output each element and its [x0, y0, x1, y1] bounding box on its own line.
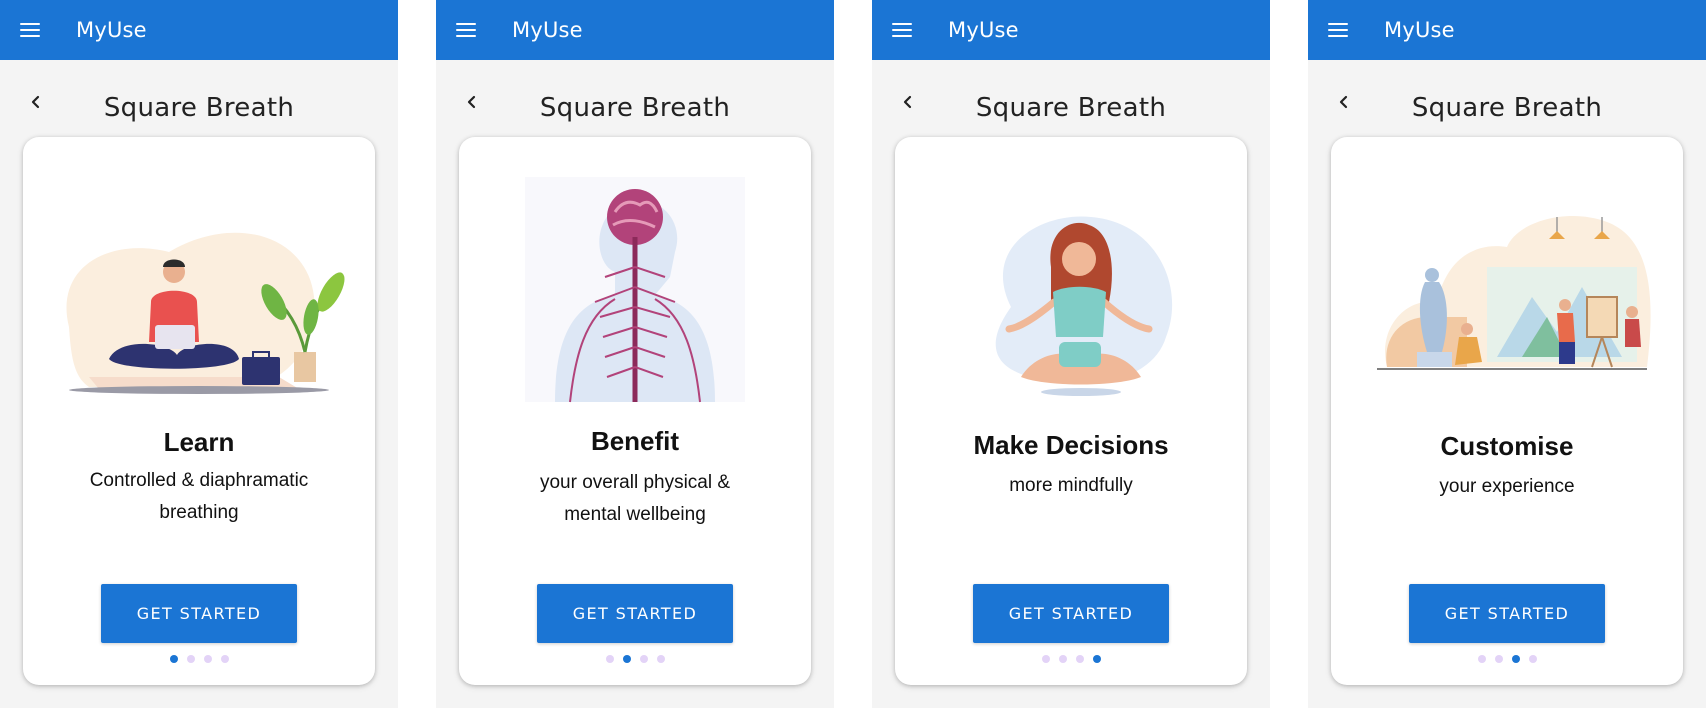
app-bar: MyUse — [1308, 0, 1706, 60]
phone-screen-customise: MyUse Square Breath Customise your exper… — [1308, 0, 1706, 708]
phone-screen-learn: MyUse Square Breath Learn Controlled & d… — [0, 0, 398, 708]
card-title: Customise — [1440, 431, 1574, 461]
screen-header: Square Breath — [0, 60, 398, 136]
page-dot[interactable] — [203, 655, 212, 663]
page-dot[interactable] — [1494, 655, 1503, 663]
onboarding-card: Benefit your overall physical & mental w… — [459, 137, 811, 685]
page-dot[interactable] — [639, 655, 648, 663]
menu-icon[interactable] — [1308, 0, 1368, 60]
screen-title: Square Breath — [975, 93, 1167, 123]
screen-title: Square Breath — [539, 93, 731, 123]
pagination-dots — [459, 655, 811, 663]
card-description: your overall physical & mental wellbeing — [539, 472, 731, 525]
page-dot[interactable] — [1041, 655, 1050, 663]
app-bar: MyUse — [436, 0, 834, 60]
page-dot[interactable] — [656, 655, 665, 663]
page-dot[interactable] — [1058, 655, 1067, 663]
page-dot[interactable] — [1477, 655, 1486, 663]
page-dot[interactable] — [1528, 655, 1537, 663]
screen-title: Square Breath — [103, 93, 295, 123]
page-dot[interactable] — [1075, 655, 1084, 663]
card-description: Controlled & diaphramatic breathing — [89, 470, 309, 523]
pagination-dots — [23, 655, 375, 663]
pagination-dots — [895, 655, 1247, 663]
screen-header: Square Breath — [436, 60, 834, 136]
screen-header: Square Breath — [1308, 60, 1706, 136]
card-description: your experience — [1439, 476, 1575, 497]
woman-meditating-illustration — [895, 177, 1247, 407]
art-studio-illustration — [1331, 177, 1683, 407]
card-title: Make Decisions — [973, 430, 1169, 460]
onboarding-card: Customise your experience GET STARTED — [1331, 137, 1683, 685]
pagination-dots — [1331, 655, 1683, 663]
phone-screen-benefit: MyUse Square Breath Benefit your overall… — [436, 0, 834, 708]
page-dot[interactable] — [220, 655, 229, 663]
page-dot[interactable] — [169, 655, 178, 663]
menu-icon[interactable] — [0, 0, 60, 60]
app-title: MyUse — [1384, 18, 1455, 42]
get-started-button[interactable]: GET STARTED — [1409, 584, 1605, 643]
get-started-button[interactable]: GET STARTED — [537, 584, 733, 643]
app-bar: MyUse — [0, 0, 398, 60]
nervous-system-illustration — [459, 177, 811, 407]
page-dot[interactable] — [605, 655, 614, 663]
get-started-button[interactable]: GET STARTED — [101, 584, 297, 643]
screen-header: Square Breath — [872, 60, 1270, 136]
onboarding-card: Make Decisions more mindfully GET STARTE… — [895, 137, 1247, 685]
onboarding-card: Learn Controlled & diaphramatic breathin… — [23, 137, 375, 685]
page-dot[interactable] — [1511, 655, 1520, 663]
get-started-button[interactable]: GET STARTED — [973, 584, 1169, 643]
card-title: Benefit — [590, 426, 680, 456]
menu-icon[interactable] — [872, 0, 932, 60]
app-title: MyUse — [512, 18, 583, 42]
app-bar: MyUse — [872, 0, 1270, 60]
card-description: more mindfully — [1009, 475, 1133, 496]
app-title: MyUse — [948, 18, 1019, 42]
person-meditating-with-laptop-illustration — [23, 177, 375, 407]
phone-screen-make-decisions: MyUse Square Breath Make Decisions more … — [872, 0, 1270, 708]
page-dot[interactable] — [622, 655, 631, 663]
menu-icon[interactable] — [436, 0, 496, 60]
page-dot[interactable] — [1092, 655, 1101, 663]
screen-title: Square Breath — [1411, 93, 1603, 123]
card-title: Learn — [163, 427, 235, 457]
app-title: MyUse — [76, 18, 147, 42]
page-dot[interactable] — [186, 655, 195, 663]
